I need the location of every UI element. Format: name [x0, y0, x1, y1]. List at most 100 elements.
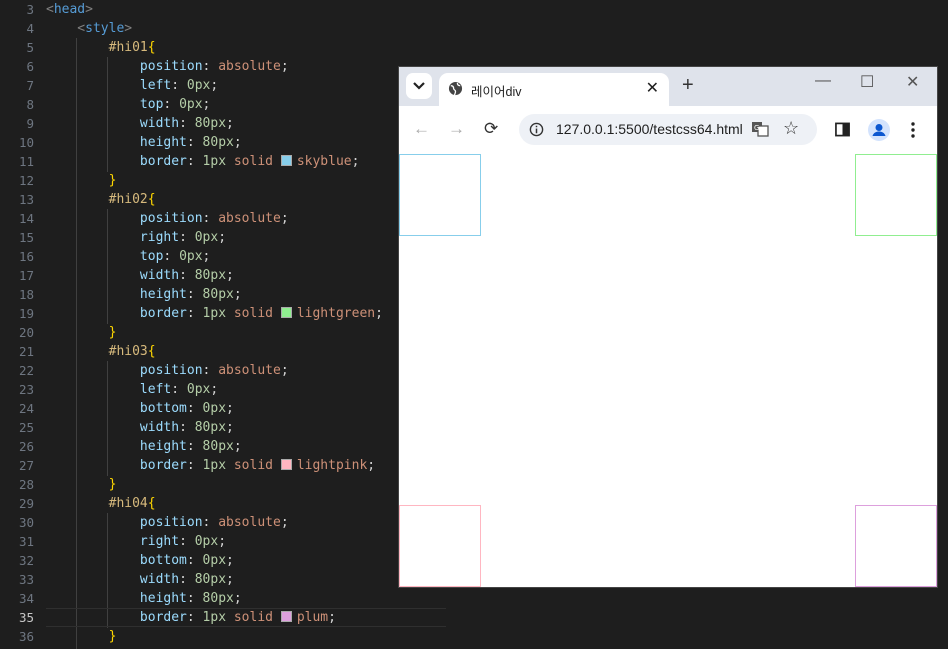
- code-token: position: [46, 211, 203, 226]
- code-token: ;: [233, 591, 242, 606]
- code-token: #hi04: [46, 496, 148, 511]
- forward-button[interactable]: →: [448, 120, 465, 138]
- code-token: width: [46, 268, 180, 283]
- line-number: 3: [26, 2, 34, 17]
- code-line[interactable]: width: 80px;: [46, 114, 383, 133]
- page-viewport: [399, 154, 937, 587]
- code-line[interactable]: height: 80px;: [46, 589, 383, 608]
- code-line[interactable]: <style>: [46, 19, 383, 38]
- line-number: 35: [18, 610, 34, 625]
- url-text[interactable]: 127.0.0.1:5500/testcss64.html: [556, 121, 743, 137]
- code-token: 80px: [194, 572, 227, 587]
- demo-box-hi01: [399, 154, 481, 236]
- code-line[interactable]: height: 80px;: [46, 437, 383, 456]
- code-line[interactable]: width: 80px;: [46, 570, 383, 589]
- code-line[interactable]: height: 80px;: [46, 285, 383, 304]
- back-button[interactable]: ←: [413, 120, 430, 138]
- code-line[interactable]: top: 0px;: [46, 247, 383, 266]
- maximize-button[interactable]: ☐: [860, 72, 874, 92]
- code-line[interactable]: <head>: [46, 0, 383, 19]
- code-line[interactable]: border: 1px solid plum;: [46, 608, 383, 627]
- line-number: 29: [18, 496, 34, 511]
- code-line[interactable]: #hi03{: [46, 342, 383, 361]
- code-token: :: [186, 287, 203, 302]
- color-swatch-icon[interactable]: [280, 459, 292, 470]
- code-line[interactable]: }: [46, 323, 383, 342]
- code-line[interactable]: right: 0px;: [46, 228, 383, 247]
- code-line[interactable]: position: absolute;: [46, 361, 383, 380]
- code-token: {: [147, 40, 156, 55]
- code-line[interactable]: left: 0px;: [46, 380, 383, 399]
- profile-button[interactable]: [868, 119, 890, 141]
- code-line[interactable]: border: 1px solid skyblue;: [46, 152, 383, 171]
- browser-tab[interactable]: 레이어div ✕: [439, 73, 669, 106]
- code-token: ;: [226, 553, 234, 568]
- code-token: :: [202, 59, 219, 74]
- code-token: height: [46, 135, 187, 150]
- close-window-button[interactable]: ✕: [906, 72, 919, 92]
- browser-window[interactable]: 레이어div ✕ + — ☐ ✕ ← → ⟳ 127.0.0.1:5500/te…: [399, 67, 937, 587]
- code-token: 80px: [194, 116, 227, 131]
- chevron-down-icon: [413, 82, 425, 90]
- code-line[interactable]: #hi02{: [46, 190, 383, 209]
- code-token: ;: [226, 268, 234, 283]
- code-token: 1px: [202, 610, 227, 625]
- code-line[interactable]: }: [46, 475, 383, 494]
- code-token: :: [186, 553, 203, 568]
- code-line[interactable]: position: absolute;: [46, 209, 383, 228]
- code-line[interactable]: border: 1px solid lightgreen;: [46, 304, 383, 323]
- code-token: <: [46, 21, 86, 36]
- tab-search-button[interactable]: [406, 73, 432, 99]
- code-token: lightpink: [296, 458, 368, 473]
- code-line[interactable]: right: 0px;: [46, 532, 383, 551]
- code-lines[interactable]: <head> <style> #hi01{ position: absolute…: [46, 0, 383, 646]
- code-line[interactable]: #hi04{: [46, 494, 383, 513]
- line-number: 9: [26, 116, 34, 131]
- line-number: 25: [18, 420, 34, 435]
- code-line[interactable]: position: absolute;: [46, 513, 383, 532]
- code-line[interactable]: height: 80px;: [46, 133, 383, 152]
- menu-dots-icon[interactable]: [911, 122, 915, 138]
- color-swatch-icon[interactable]: [280, 307, 292, 318]
- side-panel-icon[interactable]: [835, 122, 850, 137]
- code-token: position: [46, 363, 203, 378]
- code-token: ;: [233, 287, 242, 302]
- code-line[interactable]: top: 0px;: [46, 95, 383, 114]
- line-number: 19: [18, 306, 34, 321]
- code-token: 0px: [202, 401, 227, 416]
- new-tab-button[interactable]: +: [682, 74, 694, 97]
- color-swatch-icon[interactable]: [280, 155, 292, 166]
- info-icon[interactable]: [529, 122, 544, 137]
- line-number: 10: [18, 135, 34, 150]
- code-line[interactable]: #hi01{: [46, 38, 383, 57]
- code-token: ;: [351, 154, 360, 169]
- code-line[interactable]: width: 80px;: [46, 266, 383, 285]
- address-bar[interactable]: 127.0.0.1:5500/testcss64.html G ☆: [519, 114, 817, 145]
- reload-button[interactable]: ⟳: [484, 120, 498, 138]
- code-line[interactable]: }: [46, 627, 383, 646]
- close-tab-icon[interactable]: ✕: [646, 78, 659, 98]
- code-line[interactable]: bottom: 0px;: [46, 399, 383, 418]
- line-number: 7: [26, 78, 34, 93]
- code-token: {: [147, 192, 156, 207]
- code-token: ;: [226, 401, 234, 416]
- bookmark-star-icon[interactable]: ☆: [783, 118, 799, 139]
- code-token: absolute: [218, 59, 281, 74]
- code-line[interactable]: position: absolute;: [46, 57, 383, 76]
- code-token: width: [46, 572, 180, 587]
- code-line[interactable]: bottom: 0px;: [46, 551, 383, 570]
- code-line[interactable]: left: 0px;: [46, 76, 383, 95]
- minimize-button[interactable]: —: [815, 72, 831, 90]
- code-token: :: [171, 382, 187, 397]
- line-number: 17: [18, 268, 34, 283]
- color-swatch-icon[interactable]: [280, 611, 292, 622]
- code-token: :: [186, 154, 203, 169]
- line-number: 16: [18, 249, 34, 264]
- code-line[interactable]: border: 1px solid lightpink;: [46, 456, 383, 475]
- code-token: bottom: [46, 553, 187, 568]
- code-line[interactable]: }: [46, 171, 383, 190]
- code-line[interactable]: width: 80px;: [46, 418, 383, 437]
- code-token: :: [171, 78, 187, 93]
- translate-icon[interactable]: G: [751, 121, 769, 137]
- code-token: {: [147, 496, 156, 511]
